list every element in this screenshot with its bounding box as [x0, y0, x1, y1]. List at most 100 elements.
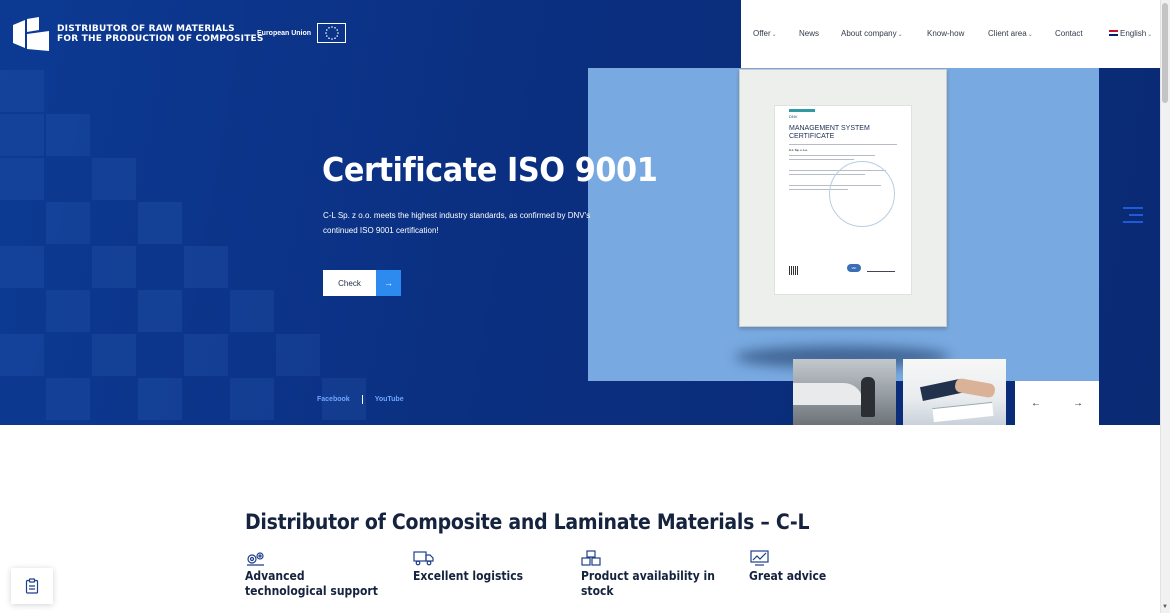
feature-logistics: Excellent logistics	[413, 550, 563, 584]
eu-flag-icon	[317, 23, 347, 43]
background-tile	[92, 158, 136, 200]
feature-technological-support: Advanced technological support	[245, 550, 395, 599]
prev-slide-button[interactable]: ←	[1015, 381, 1057, 425]
certificate-document: DNV MANAGEMENT SYSTEM CERTIFICATE C-L Sp…	[774, 105, 912, 295]
background-tile	[230, 290, 274, 332]
check-button[interactable]: Check →	[323, 270, 401, 296]
certificate-frame: DNV MANAGEMENT SYSTEM CERTIFICATE C-L Sp…	[739, 69, 947, 327]
nav-item-label: Client area	[988, 29, 1027, 38]
doc-company: C-L Sp. z o.o.	[789, 148, 808, 152]
feature-advice: Great advice	[749, 550, 899, 584]
truck-icon	[413, 551, 434, 566]
arrow-right-icon: →	[376, 270, 401, 296]
doc-seal-icon	[829, 161, 895, 227]
eu-star	[330, 26, 333, 28]
nav-item-know-how[interactable]: Know-how	[927, 29, 964, 38]
nav-item-label: Contact	[1055, 29, 1083, 38]
boat-shape	[793, 383, 863, 405]
background-tile	[0, 70, 44, 112]
background-tile	[0, 246, 44, 288]
social-divider	[361, 395, 363, 404]
main-nav: Offer⌄ News About company⌄ Know-how Clie…	[741, 0, 1160, 68]
background-tiles	[0, 70, 480, 425]
nav-item-label: Know-how	[927, 29, 965, 38]
background-tile	[138, 202, 182, 244]
nav-item-about-company[interactable]: About company⌄	[841, 29, 903, 38]
clipboard-button[interactable]	[11, 568, 53, 604]
chevron-down-icon: ⌄	[1027, 32, 1033, 38]
feature-availability: Product availability in stock	[581, 550, 731, 599]
background-tile	[276, 334, 320, 376]
eu-star	[327, 27, 330, 29]
nav-item-news[interactable]: News	[799, 29, 819, 38]
background-tile	[92, 246, 136, 288]
language-selector[interactable]: English⌄	[1109, 29, 1152, 38]
background-tile	[230, 378, 274, 420]
doc-text-line	[789, 159, 854, 160]
section-title: Distributor of Composite and Laminate Ma…	[245, 510, 810, 534]
nav-item-label: Offer	[753, 29, 771, 38]
paper-shape	[932, 401, 994, 423]
youtube-link[interactable]: YouTube	[375, 396, 404, 403]
doc-text-line	[789, 155, 876, 156]
nav-item-label: About company	[841, 29, 897, 38]
eu-star	[324, 32, 327, 34]
eu-star	[335, 29, 338, 31]
logo-line-1: DISTRIBUTOR OF RAW MATERIALS	[57, 24, 235, 34]
slide-thumbnail-handshake[interactable]	[903, 359, 1006, 425]
background-tile	[138, 290, 182, 332]
social-links: Facebook YouTube	[317, 395, 404, 404]
language-label: English	[1120, 29, 1147, 38]
feature-label: Product availability in stock	[581, 569, 715, 598]
background-tile	[92, 334, 136, 376]
qr-code-icon	[789, 266, 798, 275]
doc-issuer: DNV	[789, 114, 798, 119]
eu-star	[333, 27, 336, 29]
chart-advice-icon	[750, 550, 769, 566]
eu-badge[interactable]: European Union	[257, 23, 347, 43]
feature-label: Excellent logistics	[413, 569, 524, 583]
background-tile	[0, 334, 44, 376]
facebook-link[interactable]: Facebook	[317, 396, 350, 403]
background-tile	[46, 378, 90, 420]
doc-title: MANAGEMENT SYSTEM CERTIFICATE	[789, 125, 897, 141]
menu-icon[interactable]	[1123, 207, 1143, 223]
hero-description: C-L Sp. z o.o. meets the highest industr…	[323, 211, 591, 235]
eu-star	[336, 32, 339, 34]
uk-flag-icon	[1109, 30, 1118, 36]
scrollbar-thumb[interactable]	[1162, 3, 1168, 103]
menu-bar-top	[1123, 207, 1143, 209]
feature-label: Great advice	[749, 569, 827, 583]
nav-item-client-area[interactable]: Client area⌄	[988, 29, 1033, 38]
background-tile	[0, 158, 44, 200]
eu-star	[325, 35, 328, 37]
slide-thumbnail-boat[interactable]	[793, 359, 896, 425]
next-slide-button[interactable]: →	[1057, 381, 1099, 425]
iaf-badge: IAF	[847, 264, 861, 272]
background-tile	[184, 246, 228, 288]
doc-tag	[789, 109, 815, 112]
check-button-label: Check	[323, 270, 376, 296]
menu-bar-middle	[1129, 214, 1143, 216]
doc-title-line-1: MANAGEMENT SYSTEM	[789, 125, 870, 132]
nav-item-offer[interactable]: Offer⌄	[753, 29, 777, 38]
doc-title-line-2: CERTIFICATE	[789, 133, 835, 140]
hero-title: Certificate ISO 9001	[322, 150, 658, 189]
background-tile	[46, 202, 90, 244]
hand-shape	[954, 377, 996, 399]
logo[interactable]: DISTRIBUTOR OF RAW MATERIALS FOR THE PRO…	[13, 17, 264, 51]
logo-text: DISTRIBUTOR OF RAW MATERIALS FOR THE PRO…	[57, 24, 264, 44]
chevron-down-icon: ⌄	[1147, 32, 1153, 38]
scrollbar[interactable]: ▼	[1160, 0, 1170, 613]
scroll-down-arrow-icon[interactable]: ▼	[1162, 604, 1168, 610]
logo-line-2: FOR THE PRODUCTION OF COMPOSITES	[57, 34, 264, 44]
eu-star	[330, 38, 333, 40]
eu-star	[325, 29, 328, 31]
gears-icon	[247, 552, 264, 566]
boxes-icon	[581, 550, 601, 566]
chevron-down-icon: ⌄	[771, 32, 777, 38]
chevron-down-icon: ⌄	[897, 32, 903, 38]
nav-item-contact[interactable]: Contact	[1055, 29, 1083, 38]
nav-item-label: News	[799, 29, 820, 38]
feature-label: Advanced technological support	[245, 569, 378, 598]
